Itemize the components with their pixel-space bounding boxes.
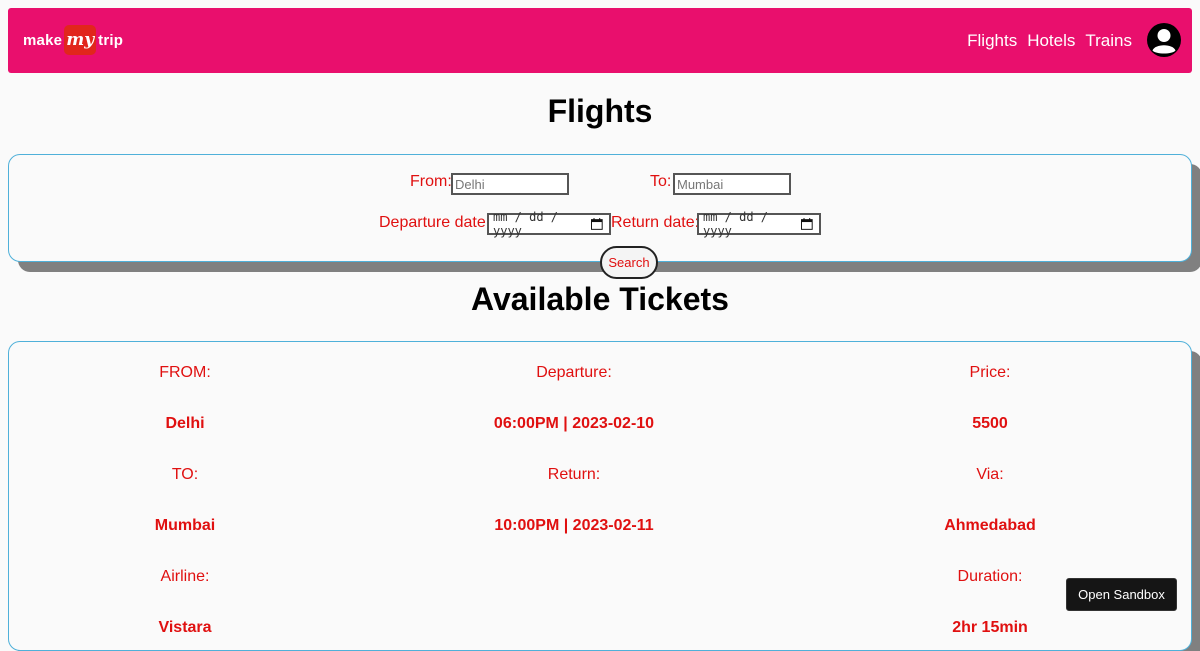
return-date-label: Return date:: [611, 214, 700, 231]
top-navbar: make my trip Flights Hotels Trains: [8, 8, 1192, 73]
available-tickets-title: Available Tickets: [471, 281, 729, 317]
ticket-duration-label: Duration:: [957, 568, 1023, 585]
flight-search-form: From: To: Departure date: mm / dd / yyyy…: [8, 154, 1192, 262]
ticket-via-value: Ahmedabad: [944, 517, 1036, 534]
calendar-icon[interactable]: [801, 218, 813, 230]
nav-link-hotels[interactable]: Hotels: [1027, 31, 1075, 51]
nav-link-trains[interactable]: Trains: [1085, 31, 1132, 51]
departure-date-input[interactable]: mm / dd / yyyy: [487, 210, 611, 238]
to-input[interactable]: [673, 173, 791, 195]
ticket-to-label: TO:: [171, 466, 199, 483]
calendar-icon[interactable]: [591, 218, 603, 230]
ticket-duration-value: 2hr 15min: [952, 619, 1028, 636]
departure-date-placeholder: mm / dd / yyyy: [493, 210, 559, 238]
from-label: From:: [410, 173, 452, 190]
nav-link-flights[interactable]: Flights: [967, 31, 1017, 51]
ticket-return-label: Return:: [547, 466, 601, 483]
ticket-departure-value: 06:00PM | 2023-02-10: [493, 415, 655, 432]
departure-date-label: Departure date:: [379, 214, 491, 231]
ticket-to-value: Mumbai: [154, 517, 216, 534]
nav-links: Flights Hotels Trains: [967, 31, 1132, 51]
ticket-from-value: Delhi: [165, 415, 205, 432]
page-title: Flights: [547, 93, 653, 129]
ticket-price-value: 5500: [972, 415, 1008, 432]
return-date-placeholder: mm / dd / yyyy: [703, 210, 769, 238]
ticket-from-label: FROM:: [159, 364, 211, 381]
ticket-price-label: Price:: [969, 364, 1011, 381]
ticket-airline-value: Vistara: [158, 619, 212, 636]
logo-trip-text: trip: [98, 31, 124, 49]
makemytrip-logo[interactable]: make my trip: [23, 24, 123, 56]
open-sandbox-button[interactable]: Open Sandbox: [1066, 578, 1177, 611]
search-button[interactable]: Search: [600, 246, 658, 279]
user-circle-icon[interactable]: [1146, 22, 1182, 58]
ticket-airline-label: Airline:: [160, 568, 210, 585]
return-date-input[interactable]: mm / dd / yyyy: [697, 210, 821, 238]
from-input[interactable]: [451, 173, 569, 195]
logo-my-badge: my: [64, 25, 97, 55]
ticket-return-value: 10:00PM | 2023-02-11: [494, 517, 654, 534]
to-label: To:: [650, 173, 672, 190]
ticket-via-label: Via:: [976, 466, 1004, 483]
ticket-departure-label: Departure:: [536, 364, 612, 381]
logo-make-text: make: [23, 31, 63, 49]
ticket-card: FROM: Delhi TO: Mumbai Airline: Vistara …: [8, 341, 1192, 651]
